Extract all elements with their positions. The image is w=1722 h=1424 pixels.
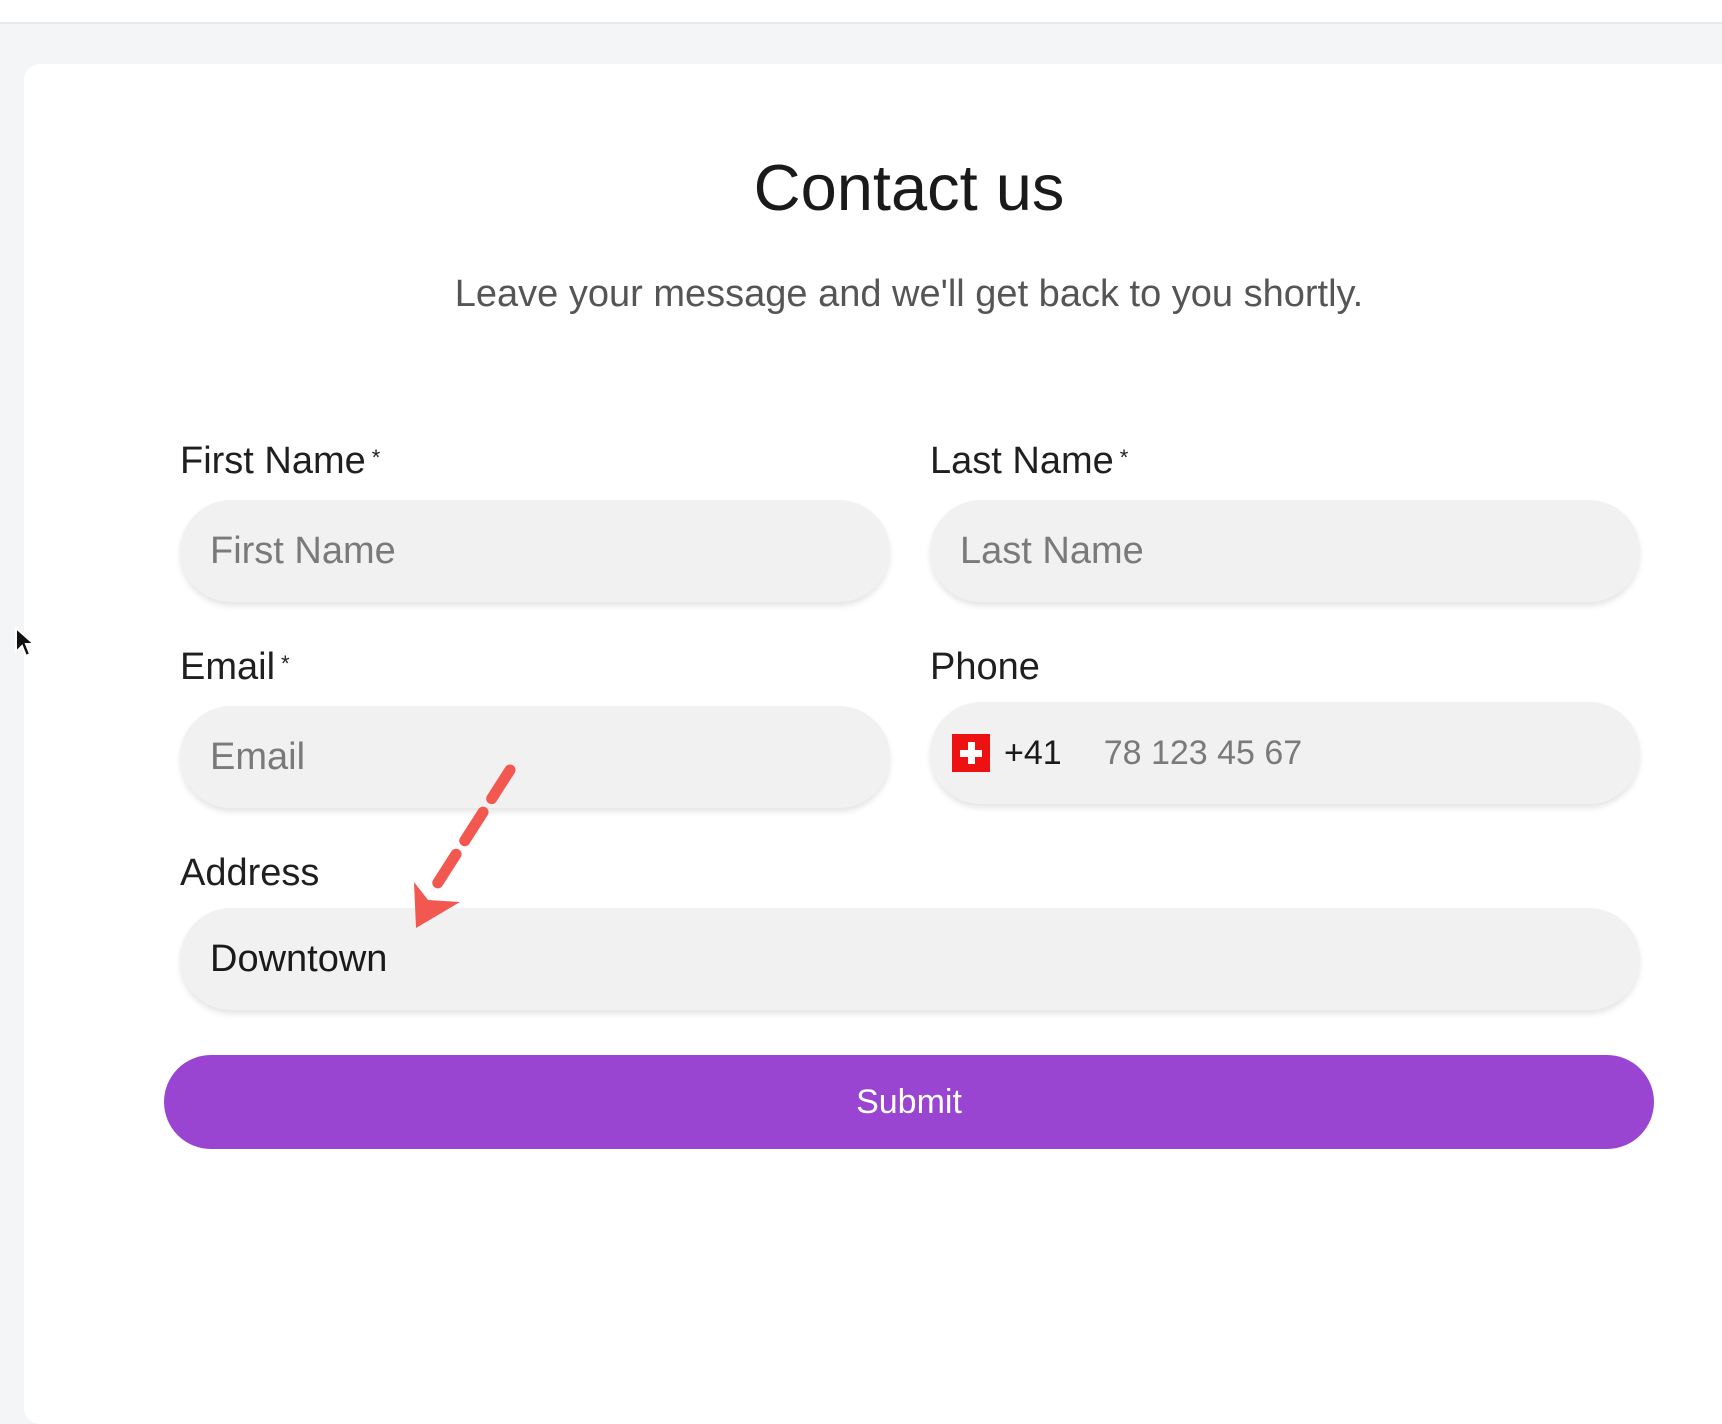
email-label: Email * — [180, 646, 290, 689]
page-subtitle: Leave your message and we'll get back to… — [454, 273, 1364, 315]
last-name-field[interactable] — [930, 500, 1640, 602]
address-label: Address — [180, 852, 319, 895]
address-field[interactable] — [180, 908, 1640, 1010]
first-name-field[interactable] — [180, 500, 890, 602]
last-name-label: Last Name * — [930, 440, 1128, 483]
top-bar — [0, 0, 1722, 24]
email-input[interactable] — [180, 706, 890, 808]
phone-input[interactable] — [1061, 702, 1640, 804]
submit-button[interactable]: Submit — [164, 1055, 1654, 1149]
country-code[interactable]: +41 — [1004, 734, 1062, 773]
email-field[interactable] — [180, 706, 890, 808]
swiss-flag-icon[interactable] — [952, 734, 990, 772]
first-name-label: First Name * — [180, 440, 380, 483]
phone-field[interactable]: +41 — [930, 702, 1640, 804]
last-name-label-text: Last Name — [930, 440, 1114, 482]
email-label-text: Email — [180, 646, 276, 688]
required-marker: * — [371, 445, 381, 470]
first-name-label-text: First Name — [180, 440, 366, 482]
first-name-input[interactable] — [180, 500, 890, 602]
required-marker: * — [1119, 445, 1129, 470]
address-label-text: Address — [180, 852, 320, 894]
mouse-pointer-icon — [15, 626, 36, 658]
address-input[interactable] — [180, 908, 1640, 1010]
required-marker: * — [281, 651, 290, 676]
page-title: Contact us — [753, 151, 1065, 224]
annotation-arrow-icon — [414, 764, 516, 928]
phone-label-text: Phone — [930, 646, 1040, 688]
phone-label: Phone — [930, 646, 1040, 689]
last-name-input[interactable] — [930, 500, 1640, 602]
